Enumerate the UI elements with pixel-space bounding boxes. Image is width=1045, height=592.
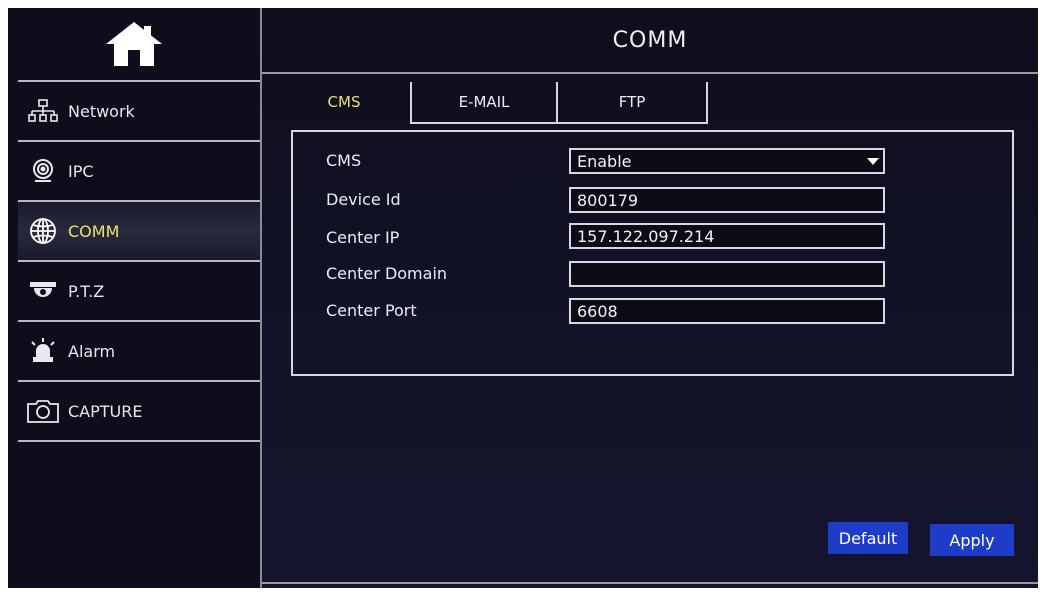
chevron-down-icon: [867, 158, 879, 165]
device-id-label: Device Id: [326, 190, 401, 209]
sidebar-item-label: IPC: [68, 161, 94, 181]
sidebar-item-alarm[interactable]: Alarm: [18, 322, 260, 382]
dome-camera-icon: [26, 278, 60, 304]
screen: Network IPC COMM P.T.Z Alarm CAPTURE COM…: [8, 8, 1038, 588]
center-domain-label: Center Domain: [326, 264, 448, 283]
cms-select[interactable]: Enable: [569, 148, 885, 174]
sidebar-item-label: COMM: [68, 221, 120, 241]
tab-ftp[interactable]: FTP: [558, 82, 706, 122]
home-button[interactable]: [8, 8, 260, 80]
sidebar-item-label: P.T.Z: [68, 281, 105, 301]
home-icon: [106, 22, 162, 66]
globe-icon: [26, 218, 60, 244]
center-port-label: Center Port: [326, 301, 417, 320]
divider: [262, 72, 1038, 74]
apply-button[interactable]: Apply: [930, 524, 1014, 556]
sidebar-item-label: Network: [68, 101, 135, 121]
tab-underline: [410, 122, 708, 124]
page-title: COMM: [612, 27, 688, 53]
cms-label: CMS: [326, 151, 362, 170]
tab-cms[interactable]: CMS: [278, 82, 410, 122]
camera-lens-icon: [26, 158, 60, 184]
sidebar-item-comm[interactable]: COMM: [18, 202, 260, 262]
sidebar-item-ipc[interactable]: IPC: [18, 142, 260, 202]
center-domain-field[interactable]: [569, 261, 885, 287]
center-ip-field[interactable]: 157.122.097.214: [569, 223, 885, 249]
sidebar: Network IPC COMM P.T.Z Alarm CAPTURE: [8, 8, 260, 588]
sidebar-item-network[interactable]: Network: [18, 82, 260, 142]
sidebar-item-ptz[interactable]: P.T.Z: [18, 262, 260, 322]
device-id-field[interactable]: 800179: [569, 187, 885, 213]
tab-email[interactable]: E-MAIL: [412, 82, 556, 122]
alarm-siren-icon: [26, 338, 60, 364]
sidebar-border: [260, 8, 262, 588]
sidebar-item-capture[interactable]: CAPTURE: [18, 382, 260, 442]
tab-separator: [706, 82, 708, 122]
sidebar-item-label: Alarm: [68, 341, 116, 361]
sidebar-item-label: CAPTURE: [68, 401, 143, 421]
network-icon: [26, 98, 60, 124]
cms-select-value: Enable: [577, 151, 632, 171]
center-port-field[interactable]: 6608: [569, 298, 885, 324]
capture-camera-icon: [26, 398, 60, 424]
divider: [262, 582, 1038, 584]
default-button[interactable]: Default: [828, 522, 908, 554]
center-ip-label: Center IP: [326, 228, 400, 247]
